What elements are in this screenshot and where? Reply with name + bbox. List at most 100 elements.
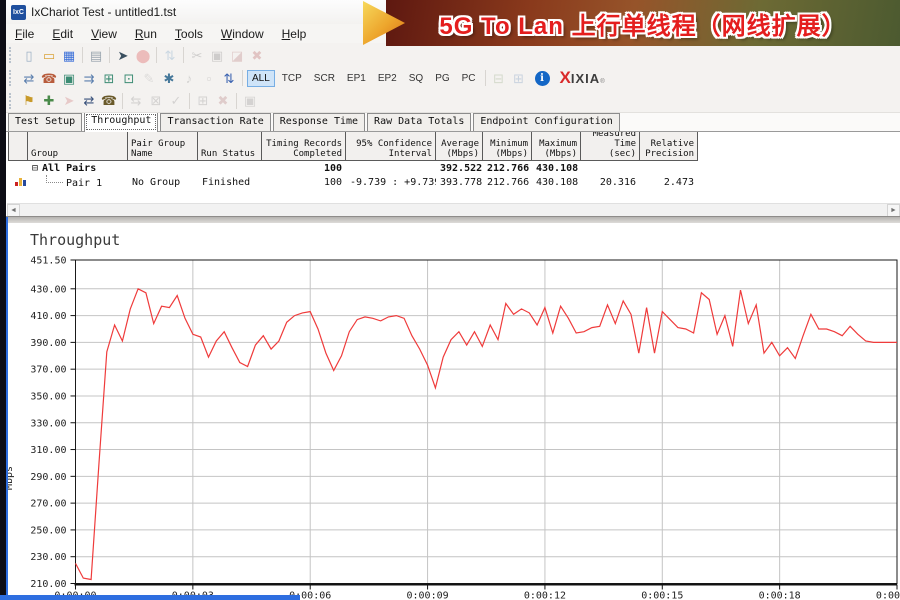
ixchariot-window: IxC IxChariot Test - untitled1.tst FileE… <box>0 0 900 600</box>
column-header-timing_records[interactable]: Timing RecordsCompleted <box>262 131 346 161</box>
toolbar-separator <box>122 93 123 109</box>
column-header-run_status[interactable]: Run Status <box>198 131 262 161</box>
y-tick-label: 350.00 <box>30 391 66 402</box>
collapse-expand-icon[interactable]: ⊟ <box>32 164 38 174</box>
tab-transaction-rate[interactable]: Transaction Rate <box>160 113 270 131</box>
toolbar-run: ⚑✚➤⇄☎ ⇆ ⊠ ✓ ⊞✖ ▣ <box>6 89 900 113</box>
filter-button-ep1[interactable]: EP1 <box>342 70 371 87</box>
play-media-icon[interactable]: ♪ <box>179 69 199 87</box>
print-icon[interactable]: ▤ <box>86 46 106 64</box>
stop-test-icon[interactable]: ⬤ <box>133 46 153 64</box>
swap-endpoints-icon[interactable]: ⇅ <box>160 46 180 64</box>
filter-button-pc[interactable]: PC <box>457 70 481 87</box>
tab-raw-data-totals[interactable]: Raw Data Totals <box>367 113 471 131</box>
add-multicast-group-icon[interactable]: ⊞ <box>99 69 119 87</box>
filter-button-pg[interactable]: PG <box>430 70 454 87</box>
tab-test-setup[interactable]: Test Setup <box>8 113 82 131</box>
ixia-logo-mark: ® <box>600 79 604 85</box>
verify-glyph: ✓ <box>171 94 182 107</box>
plot-frame <box>76 260 898 584</box>
copy-icon[interactable]: ▣ <box>207 46 227 64</box>
unlink-pairs-icon[interactable]: ✖ <box>213 92 233 110</box>
y-tick-label: 390.00 <box>30 338 66 349</box>
filter-button-sq[interactable]: SQ <box>404 70 428 87</box>
y-tick-label: 410.00 <box>30 311 66 322</box>
filter-button-tcp[interactable]: TCP <box>277 70 307 87</box>
column-header-maximum[interactable]: Maximum(Mbps) <box>532 131 581 161</box>
y-tick-label: 290.00 <box>30 472 66 483</box>
menu-item-file[interactable]: File <box>6 26 43 42</box>
filter-button-ep2[interactable]: EP2 <box>373 70 402 87</box>
menu-item-tools[interactable]: Tools <box>166 26 212 42</box>
tab-response-time[interactable]: Response Time <box>273 113 365 131</box>
link-pairs-icon[interactable]: ⊞ <box>193 92 213 110</box>
menu-item-help[interactable]: Help <box>273 26 316 42</box>
info-icon[interactable]: i <box>535 71 550 86</box>
column-header-gutter[interactable] <box>8 131 28 161</box>
column-header-group[interactable]: Group <box>28 131 128 161</box>
add-video-pair-icon[interactable]: ▣ <box>59 69 79 87</box>
verify-icon[interactable]: ✓ <box>166 92 186 110</box>
new-test-icon[interactable]: ▯ <box>19 46 39 64</box>
test-wizard-icon[interactable]: ✱ <box>159 69 179 87</box>
window-left-border-accent <box>6 217 8 600</box>
y-tick-label: 310.00 <box>30 445 66 456</box>
archive-icon[interactable]: ▣ <box>240 92 260 110</box>
menu-item-run[interactable]: Run <box>126 26 166 42</box>
add-voip-pair-icon[interactable]: ☎ <box>39 69 59 87</box>
open-test-icon[interactable]: ▭ <box>39 46 59 64</box>
tab-throughput[interactable]: Throughput <box>84 112 158 132</box>
add-video-multicast-icon[interactable]: ⊡ <box>119 69 139 87</box>
menu-item-edit[interactable]: Edit <box>43 26 82 42</box>
toolbar-grip[interactable] <box>9 70 14 86</box>
x-tick-label: 0:00:09 <box>406 591 448 600</box>
filter-button-all[interactable]: ALL <box>247 70 275 87</box>
paste-icon[interactable]: ◪ <box>227 46 247 64</box>
column-header-pair_group_name[interactable]: Pair GroupName <box>128 131 198 161</box>
capture-icon[interactable]: ▫ <box>199 69 219 87</box>
edit-pair-icon[interactable]: ✎ <box>139 69 159 87</box>
toolbar-separator <box>183 47 184 63</box>
compare-runs-glyph: ⇆ <box>131 94 142 107</box>
pair-topology-icon[interactable]: ⇄ <box>79 92 99 110</box>
toolbar-pairs: ⇄☎▣⇉⊞⊡✎✱♪▫⇅ALLTCPSCREP1EP2SQPGPC⊟⊞iXIXIA… <box>6 67 900 90</box>
horizontal-scrollbar[interactable]: ◄ ► <box>7 203 900 217</box>
tab-strip: Test SetupThroughputTransaction RateResp… <box>6 112 900 132</box>
zoom-pairs-icon[interactable]: ⊠ <box>146 92 166 110</box>
add-pair-group-icon[interactable]: ⇉ <box>79 69 99 87</box>
column-header-confidence[interactable]: 95% ConfidenceInterval <box>346 131 436 161</box>
toolbar-grip[interactable] <box>9 47 14 63</box>
delete-icon[interactable]: ✖ <box>247 46 267 64</box>
column-header-measured_time[interactable]: MeasuredTime (sec) <box>581 131 640 161</box>
test-options-icon[interactable]: ✚ <box>39 92 59 110</box>
abort-run-icon[interactable]: ➤ <box>59 92 79 110</box>
table-row-pair-1[interactable]: Pair 1No GroupFinished100-9.739 : +9.739… <box>8 175 698 189</box>
menu-item-view[interactable]: View <box>82 26 126 42</box>
export-results-icon[interactable]: ⊟ <box>489 69 509 87</box>
cell-minimum: 212.766 <box>483 177 532 188</box>
toolbar-grip[interactable] <box>9 93 14 109</box>
run-test-icon[interactable]: ➤ <box>113 46 133 64</box>
column-header-average[interactable]: Average(Mbps) <box>436 131 483 161</box>
race-results-icon[interactable]: ☎ <box>99 92 119 110</box>
tree-connector-icon <box>46 175 63 183</box>
import-results-icon[interactable]: ⊞ <box>509 69 529 87</box>
delete-glyph: ✖ <box>252 49 263 62</box>
column-header-relative_precision[interactable]: RelativePrecision <box>640 131 698 161</box>
cell-confidence: -9.739 : +9.739 <box>346 177 436 188</box>
table-row-all-pairs[interactable]: ⊟All Pairs100392.522212.766430.108 <box>8 161 698 175</box>
ixia-logo: XIXIA® <box>560 68 605 88</box>
ixia-logo-text: IXIA <box>571 71 600 86</box>
view-results-icon[interactable]: ⚑ <box>19 92 39 110</box>
compare-runs-icon[interactable]: ⇆ <box>126 92 146 110</box>
column-header-minimum[interactable]: Minimum(Mbps) <box>483 131 532 161</box>
cut-icon[interactable]: ✂ <box>187 46 207 64</box>
tab-endpoint-configuration[interactable]: Endpoint Configuration <box>473 113 619 131</box>
sort-pairs-icon[interactable]: ⇅ <box>219 69 239 87</box>
y-tick-label: 270.00 <box>30 499 66 510</box>
filter-button-scr[interactable]: SCR <box>309 70 340 87</box>
menu-item-window[interactable]: Window <box>212 26 273 42</box>
save-test-icon[interactable]: ▦ <box>59 46 79 64</box>
add-pair-icon[interactable]: ⇄ <box>19 69 39 87</box>
pane-splitter[interactable] <box>6 216 900 223</box>
